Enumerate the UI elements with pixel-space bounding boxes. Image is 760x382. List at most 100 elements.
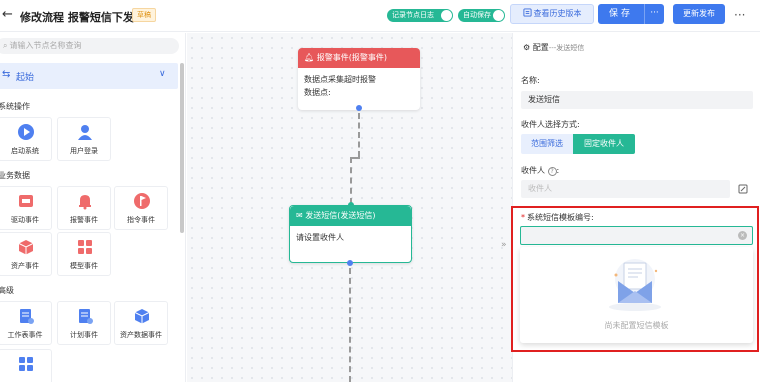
node-tile-worksheet-event[interactable]: 工作表事件: [0, 301, 52, 345]
recipient-field[interactable]: 收件人: [521, 180, 730, 198]
cube-icon: [18, 240, 34, 255]
link-icon: ⇆: [2, 69, 11, 80]
edit-icon[interactable]: [738, 184, 748, 194]
search-placeholder: 请输入节点名称查询: [9, 41, 82, 50]
node-search-input[interactable]: ⌕ 请输入节点名称查询: [0, 38, 179, 54]
required-mark: *: [521, 213, 525, 222]
chevron-down-icon: ∨: [159, 69, 166, 79]
config-header: ⚙ 配置---发送短信: [523, 42, 584, 53]
save-more-button[interactable]: ···: [644, 4, 664, 24]
clear-icon[interactable]: ×: [738, 231, 747, 240]
history-icon: [522, 8, 532, 17]
more-icon[interactable]: ···: [734, 8, 745, 22]
colon: :: [556, 166, 560, 175]
save-button[interactable]: 保存: [598, 4, 644, 24]
alarm-node-line: 数据点采集超时报警: [304, 75, 376, 84]
toggle-knob: [493, 10, 504, 21]
category-system: 系统操作: [0, 102, 30, 111]
page-title: 修改流程 报警短信下发: [20, 11, 134, 24]
node-tile-drive-event[interactable]: 驱动事件: [0, 186, 52, 230]
tile-label: 驱动事件: [11, 216, 39, 224]
node-tile-model-event[interactable]: 模型事件: [57, 232, 111, 276]
alarm-node-title: 报警事件(报警事件): [316, 53, 387, 62]
name-label: 名称:: [521, 76, 540, 85]
tile-label: 资产数据事件: [120, 331, 162, 339]
asset-data-icon: [134, 309, 150, 324]
connector-line: [350, 157, 352, 204]
recipient-label: 收件人 ?:: [521, 165, 559, 176]
drive-event-icon: [19, 195, 33, 207]
bell-icon: 🔔︎: [304, 53, 315, 62]
toggle-knob: [441, 10, 452, 21]
alarm-node-body: 数据点采集超时报警 数据点:: [298, 68, 420, 104]
alarm-node-line: 数据点:: [304, 88, 331, 97]
tile-label: 资产事件: [11, 262, 39, 270]
recipient-label-text: 收件人: [521, 166, 545, 175]
node-tile-more[interactable]: [0, 349, 52, 382]
node-tile-asset-data-event[interactable]: 资产数据事件: [114, 301, 168, 345]
connector-line: [358, 113, 360, 157]
auto-save-label: 自动保存: [463, 11, 491, 19]
node-tile-alarm-event[interactable]: 报警事件: [57, 186, 111, 230]
plan-icon: [79, 309, 93, 324]
draft-badge: 草稿: [132, 8, 156, 22]
tile-label: 工作表事件: [7, 331, 43, 339]
node-tile-user-login[interactable]: 用户登录: [57, 117, 111, 161]
section-start-label: 起始: [16, 73, 35, 83]
collapse-panel-icon[interactable]: »: [501, 240, 507, 250]
sms-node-title: 发送短信(发送短信): [305, 211, 376, 220]
node-tile-asset-event[interactable]: 资产事件: [0, 232, 52, 276]
empty-text: 尚未配置短信模板: [604, 321, 669, 330]
config-subtitle: ---发送短信: [548, 44, 585, 52]
gear-icon: ⚙: [523, 43, 531, 52]
empty-envelope-icon: [609, 259, 661, 311]
alarm-node-header: 🔔︎ 报警事件(报警事件): [298, 48, 420, 68]
template-label: * 系统短信模板编号:: [521, 212, 594, 223]
publish-button[interactable]: 更新发布: [673, 4, 725, 24]
grid-icon: [78, 240, 92, 254]
template-dropdown: 尚未配置短信模板: [520, 247, 753, 343]
auto-save-toggle[interactable]: 自动保存: [458, 9, 505, 22]
record-log-toggle[interactable]: 记录节点日志: [387, 9, 453, 22]
config-title: 配置: [532, 43, 549, 52]
tile-label: 计划事件: [70, 331, 98, 339]
node-tile-plan-event[interactable]: 计划事件: [57, 301, 111, 345]
tile-label: 指令事件: [127, 216, 155, 224]
tile-label: 模型事件: [70, 262, 98, 270]
tile-label: 启动系统: [11, 147, 39, 155]
mail-icon: ✉: [296, 211, 303, 220]
sidebar-scrollbar[interactable]: [180, 63, 184, 233]
sms-template-select[interactable]: [520, 226, 753, 245]
help-circle-icon: ?: [547, 167, 557, 176]
view-history-label: 查看历史版本: [533, 9, 582, 18]
tile-label: 用户登录: [70, 147, 98, 155]
category-business-data: 业务数据: [0, 171, 30, 180]
sms-node-header: ✉ 发送短信(发送短信): [290, 206, 411, 226]
send-sms-node[interactable]: ✉ 发送短信(发送短信) 请设置收件人: [289, 205, 412, 263]
record-log-label: 记录节点日志: [392, 11, 434, 19]
config-panel: ⚙ 配置---发送短信 名称: 发送短信 收件人选择方式: 范围筛选 固定收件人…: [511, 33, 760, 382]
recipient-mode-label: 收件人选择方式:: [521, 120, 580, 129]
top-toolbar: ← 修改流程 报警短信下发 草稿 记录节点日志 自动保存 查看历史版本 保存 ·…: [0, 0, 760, 32]
template-label-text: 系统短信模板编号:: [527, 213, 594, 222]
name-field[interactable]: 发送短信: [521, 91, 753, 109]
connector-line: [349, 268, 351, 382]
section-start[interactable]: ⇆ 起始 ∨: [0, 63, 178, 89]
mode-fixed-recipient[interactable]: 固定收件人: [573, 134, 635, 154]
output-port[interactable]: [356, 105, 362, 111]
view-history-button[interactable]: 查看历史版本: [510, 4, 594, 24]
arrow-left-icon[interactable]: ←: [2, 8, 16, 22]
flow-canvas[interactable]: 🔔︎ 报警事件(报警事件) 数据点采集超时报警 数据点: ✉ 发送短信(发送短信…: [187, 33, 512, 382]
node-tile-start-system[interactable]: 启动系统: [0, 117, 52, 161]
grid-icon: [19, 357, 33, 371]
play-circle-icon: [18, 124, 34, 140]
sms-node-body: 请设置收件人: [296, 233, 344, 242]
node-tile-command-event[interactable]: 指令事件: [114, 186, 168, 230]
worksheet-icon: [20, 309, 34, 324]
flag-icon: [134, 193, 150, 209]
category-advanced: 高级: [0, 286, 14, 295]
alarm-event-node[interactable]: 🔔︎ 报警事件(报警事件) 数据点采集超时报警 数据点:: [298, 48, 420, 110]
search-icon: ⌕: [3, 41, 8, 50]
mode-range-filter[interactable]: 范围筛选: [521, 134, 573, 154]
output-port[interactable]: [347, 260, 353, 266]
